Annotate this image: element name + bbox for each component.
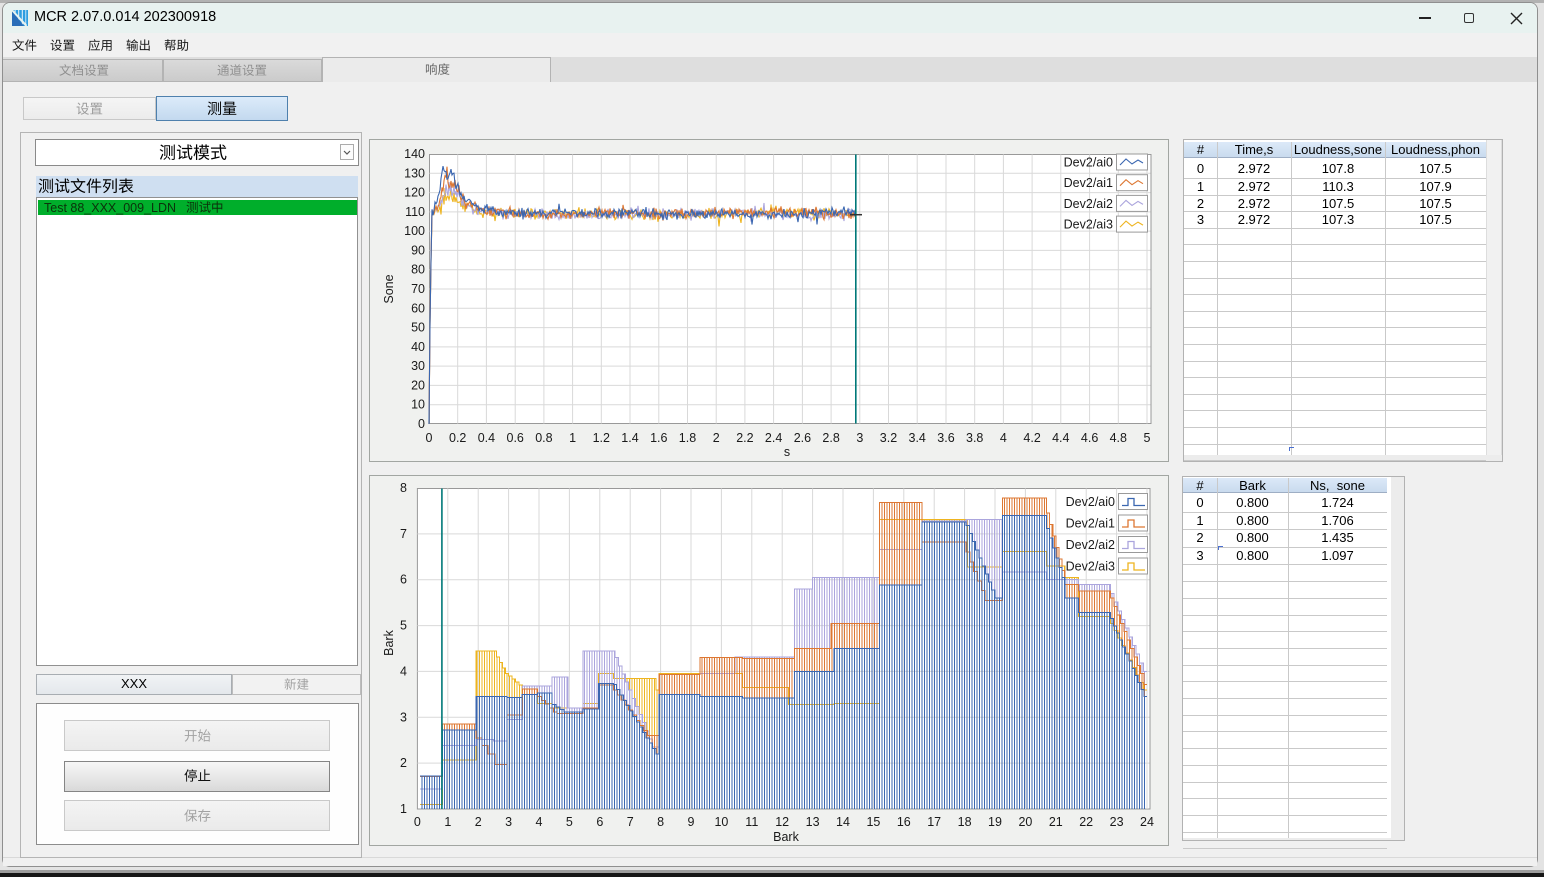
svg-text:7: 7 — [400, 527, 407, 541]
svg-text:1: 1 — [400, 802, 407, 816]
svg-text:3.4: 3.4 — [909, 431, 926, 445]
svg-text:22: 22 — [1079, 815, 1093, 829]
svg-text:18: 18 — [958, 815, 972, 829]
svg-text:20: 20 — [1018, 815, 1032, 829]
svg-text:100: 100 — [404, 224, 425, 238]
svg-text:90: 90 — [411, 243, 425, 257]
svg-text:7: 7 — [627, 815, 634, 829]
svg-text:14: 14 — [836, 815, 850, 829]
svg-text:6: 6 — [596, 815, 603, 829]
svg-text:Sone: Sone — [382, 274, 396, 303]
svg-text:3: 3 — [856, 431, 863, 445]
svg-text:24: 24 — [1140, 815, 1154, 829]
svg-text:0: 0 — [418, 417, 425, 431]
svg-text:4: 4 — [536, 815, 543, 829]
svg-text:3: 3 — [505, 815, 512, 829]
svg-text:16: 16 — [897, 815, 911, 829]
svg-text:Dev2/ai0: Dev2/ai0 — [1066, 495, 1115, 509]
svg-text:1: 1 — [444, 815, 451, 829]
svg-text:2.6: 2.6 — [794, 431, 811, 445]
svg-text:2.2: 2.2 — [736, 431, 753, 445]
svg-text:0: 0 — [414, 815, 421, 829]
svg-text:3.8: 3.8 — [966, 431, 983, 445]
svg-text:Dev2/ai1: Dev2/ai1 — [1064, 176, 1113, 190]
svg-text:15: 15 — [866, 815, 880, 829]
svg-text:0.4: 0.4 — [478, 431, 495, 445]
svg-text:5: 5 — [400, 619, 407, 633]
svg-text:Dev2/ai2: Dev2/ai2 — [1066, 538, 1115, 552]
svg-text:12: 12 — [775, 815, 789, 829]
svg-text:19: 19 — [988, 815, 1002, 829]
svg-text:30: 30 — [411, 359, 425, 373]
svg-text:5: 5 — [1144, 431, 1151, 445]
svg-text:21: 21 — [1049, 815, 1063, 829]
svg-text:2: 2 — [713, 431, 720, 445]
svg-text:4: 4 — [400, 664, 407, 678]
svg-text:4.4: 4.4 — [1052, 431, 1069, 445]
svg-text:120: 120 — [404, 186, 425, 200]
svg-text:6: 6 — [400, 573, 407, 587]
svg-text:3: 3 — [400, 710, 407, 724]
svg-text:Bark: Bark — [773, 830, 799, 844]
svg-text:1.8: 1.8 — [679, 431, 696, 445]
svg-text:Dev2/ai3: Dev2/ai3 — [1066, 560, 1115, 574]
svg-text:2.8: 2.8 — [822, 431, 839, 445]
svg-text:10: 10 — [411, 398, 425, 412]
svg-text:11: 11 — [745, 815, 758, 829]
svg-text:4.2: 4.2 — [1023, 431, 1040, 445]
svg-text:130: 130 — [404, 166, 425, 180]
svg-text:4.8: 4.8 — [1110, 431, 1127, 445]
svg-text:4: 4 — [1000, 431, 1007, 445]
svg-text:13: 13 — [806, 815, 820, 829]
svg-text:0: 0 — [426, 431, 433, 445]
svg-text:0.2: 0.2 — [449, 431, 466, 445]
svg-text:23: 23 — [1110, 815, 1124, 829]
svg-text:2: 2 — [400, 756, 407, 770]
svg-text:5: 5 — [566, 815, 573, 829]
svg-text:2: 2 — [475, 815, 482, 829]
svg-text:80: 80 — [411, 263, 425, 277]
svg-text:0.6: 0.6 — [507, 431, 524, 445]
svg-text:9: 9 — [688, 815, 695, 829]
svg-text:4.6: 4.6 — [1081, 431, 1098, 445]
svg-text:1.6: 1.6 — [650, 431, 667, 445]
svg-text:50: 50 — [411, 321, 425, 335]
svg-text:40: 40 — [411, 340, 425, 354]
svg-text:Dev2/ai1: Dev2/ai1 — [1066, 517, 1115, 531]
svg-text:Dev2/ai3: Dev2/ai3 — [1064, 218, 1113, 232]
svg-text:Dev2/ai2: Dev2/ai2 — [1064, 197, 1113, 211]
svg-text:1.2: 1.2 — [593, 431, 610, 445]
svg-text:110: 110 — [405, 205, 425, 219]
svg-text:8: 8 — [400, 481, 407, 495]
svg-text:Bark: Bark — [382, 629, 396, 655]
svg-text:3.2: 3.2 — [880, 431, 897, 445]
svg-text:0.8: 0.8 — [535, 431, 552, 445]
svg-text:70: 70 — [411, 282, 425, 296]
svg-text:2.4: 2.4 — [765, 431, 782, 445]
svg-text:1: 1 — [569, 431, 576, 445]
svg-text:17: 17 — [927, 815, 941, 829]
svg-text:3.6: 3.6 — [937, 431, 954, 445]
svg-text:Dev2/ai0: Dev2/ai0 — [1064, 156, 1113, 170]
svg-text:140: 140 — [404, 147, 425, 161]
svg-text:20: 20 — [411, 378, 425, 392]
svg-text:10: 10 — [714, 815, 728, 829]
svg-text:1.4: 1.4 — [621, 431, 638, 445]
svg-text:60: 60 — [411, 301, 425, 315]
svg-text:8: 8 — [657, 815, 664, 829]
svg-text:s: s — [784, 445, 790, 459]
